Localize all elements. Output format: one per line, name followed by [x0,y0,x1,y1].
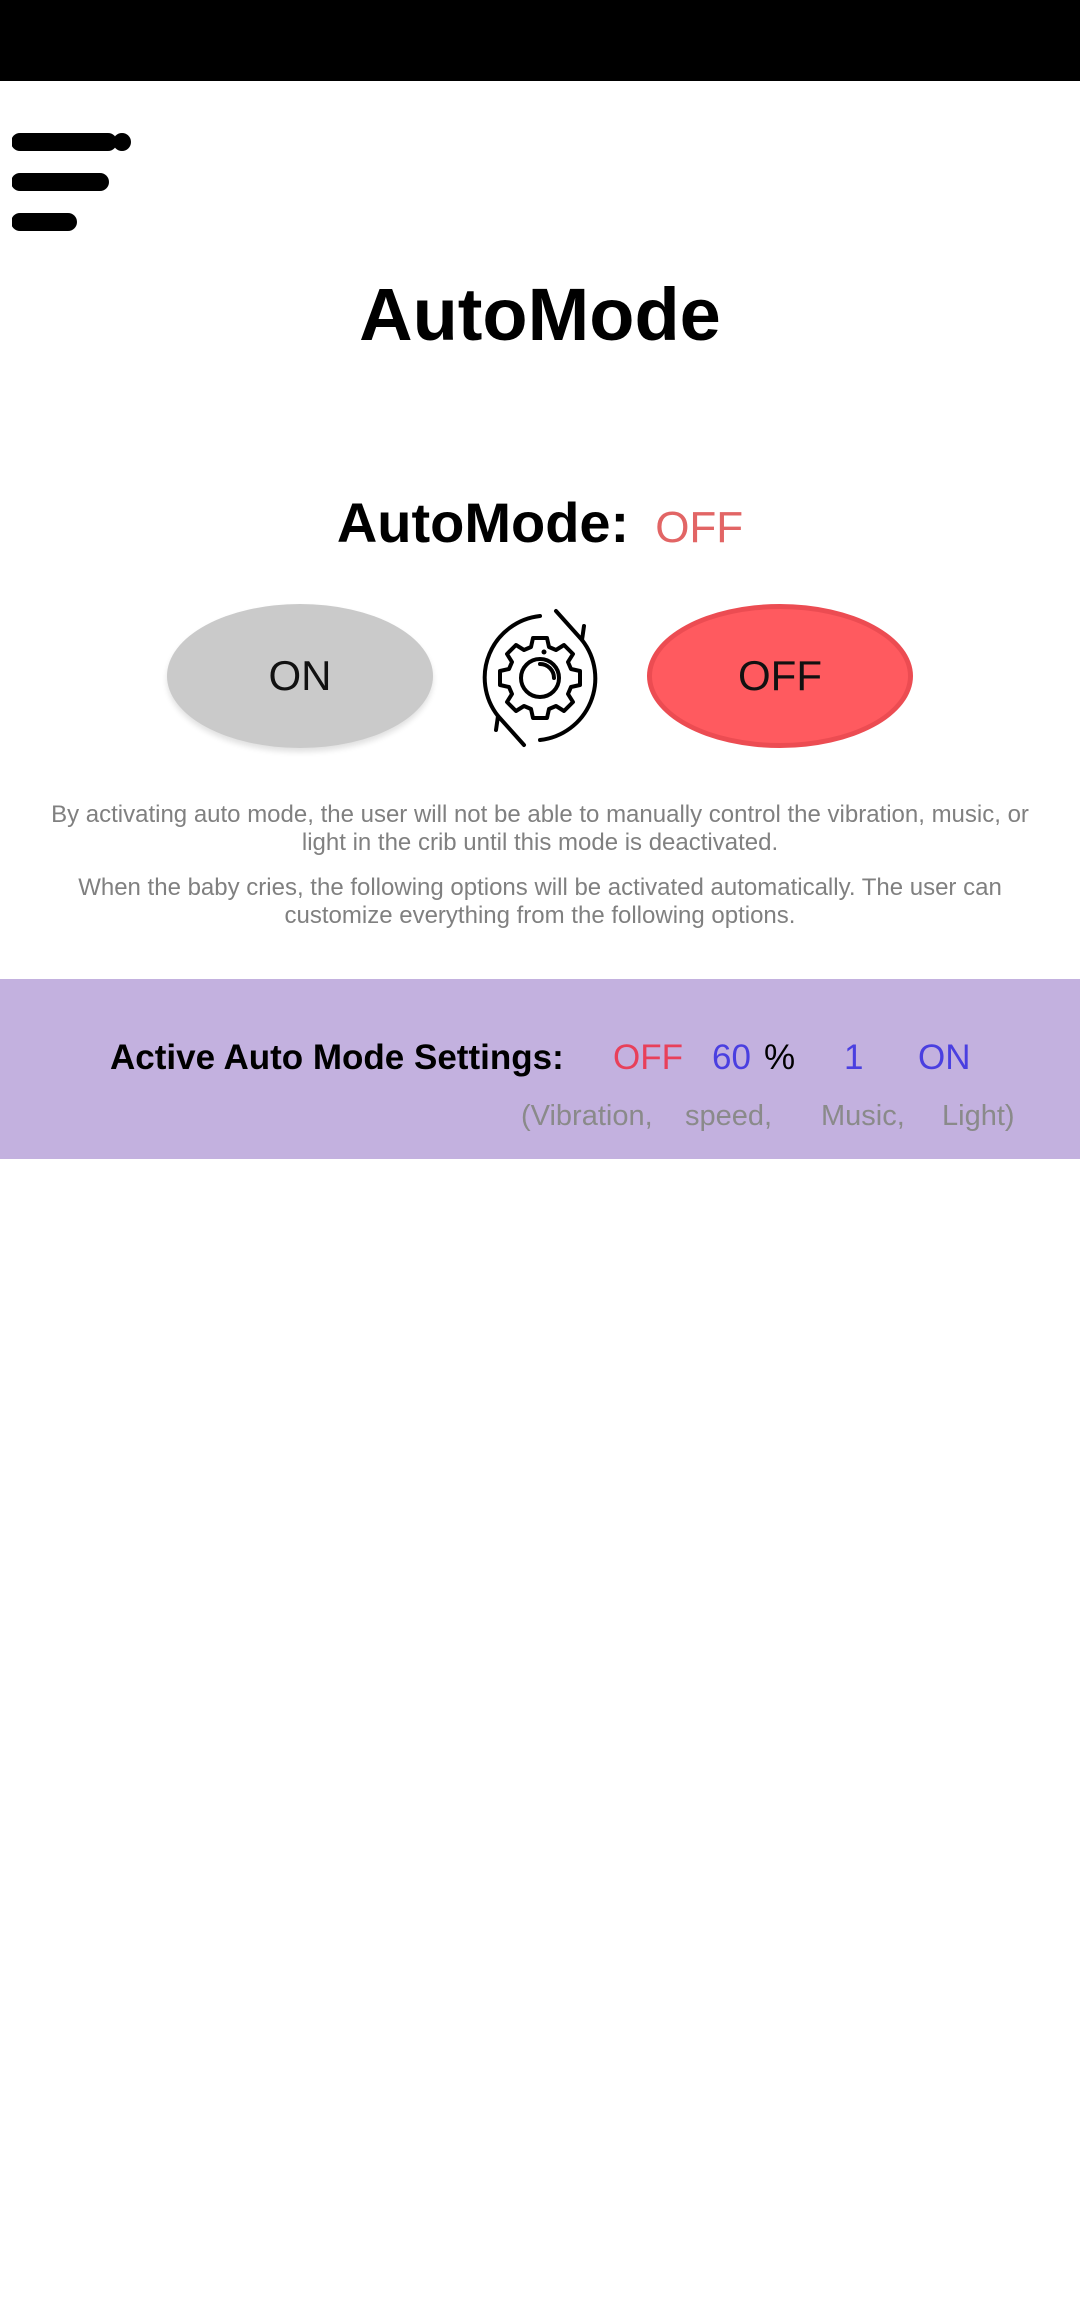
description-paragraph-2: When the baby cries, the following optio… [78,874,1002,929]
vibration-caption: (Vibration, [521,1100,653,1132]
music-caption: Music, [821,1100,905,1132]
speed-value: 60 [712,1038,751,1077]
light-value: ON [918,1038,971,1077]
speed-unit: % [764,1038,796,1077]
automode-on-label: ON [268,652,332,699]
description-paragraph-1: By activating auto mode, the user will n… [51,801,1029,856]
active-settings-panel: Active Auto Mode Settings: OFF 60 % 1 ON… [0,979,1080,1159]
automode-on-button[interactable]: ON [167,604,433,748]
vibration-value: OFF [613,1038,683,1077]
automode-status-value: OFF [655,503,744,552]
automode-off-button[interactable]: OFF [647,604,913,748]
music-value: 1 [844,1038,864,1077]
menu-icon[interactable] [11,132,132,234]
automode-status-label: AutoMode: [336,491,630,554]
page-title: AutoMode [359,273,721,356]
light-caption: Light) [942,1100,1015,1132]
active-settings-label: Active Auto Mode Settings: [110,1038,564,1077]
automode-status-row: AutoMode: OFF [0,490,1080,555]
automode-off-label: OFF [738,652,822,699]
status-bar [0,0,1080,81]
gear-refresh-icon [466,604,614,752]
speed-caption: speed, [685,1100,773,1132]
